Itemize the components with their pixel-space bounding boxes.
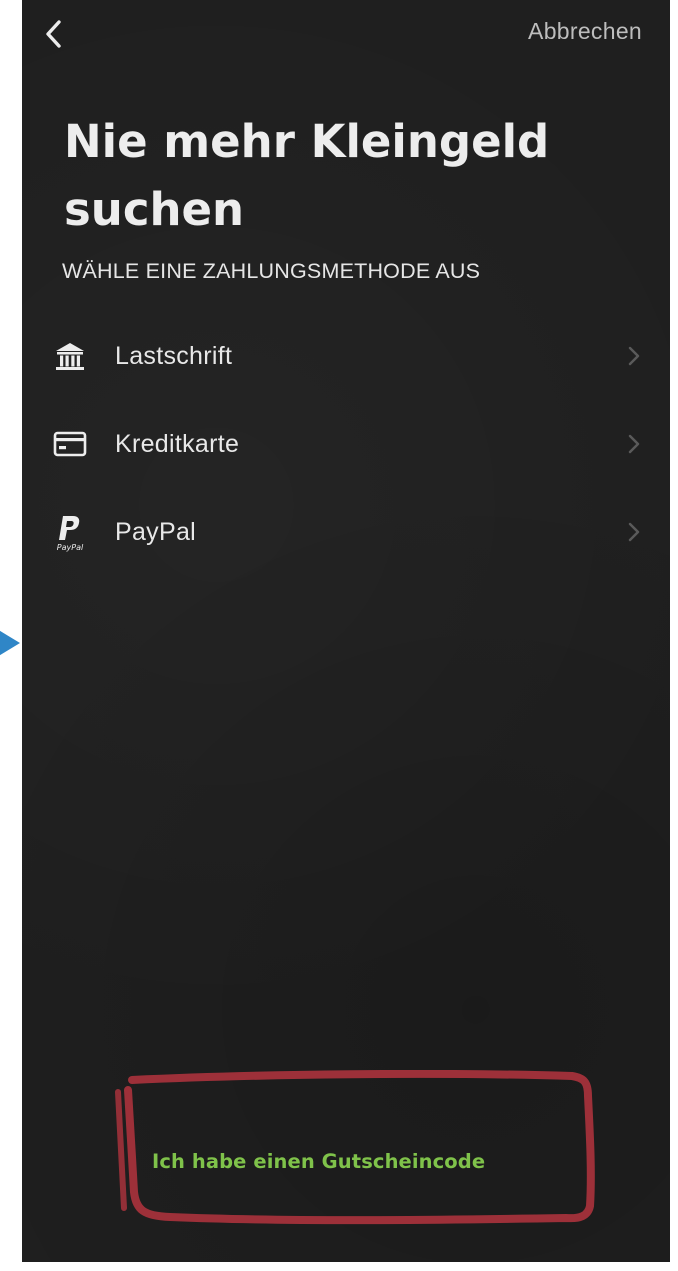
section-subtitle: WÄHLE EINE ZAHLUNGSMETHODE AUS [62, 259, 481, 283]
page-title: Nie mehr Kleingeld suchen [64, 115, 550, 236]
chevron-left-icon [46, 20, 61, 48]
paypal-icon: PayPal [50, 512, 90, 552]
payment-method-lastschrift[interactable]: Lastschrift [22, 312, 670, 400]
bank-icon [50, 336, 90, 376]
payment-method-label: PayPal [115, 517, 197, 546]
payment-method-kreditkarte[interactable]: Kreditkarte [22, 400, 670, 488]
payment-method-label: Kreditkarte [115, 429, 240, 458]
chevron-right-icon [628, 346, 640, 366]
phone-screen: Abbrechen Nie mehr Kleingeld suchen WÄHL… [22, 0, 670, 1262]
payment-method-list: Lastschrift Kreditkarte PayPal PayPal [22, 312, 670, 576]
scanned-page: Abbrechen Nie mehr Kleingeld suchen WÄHL… [0, 0, 678, 1271]
credit-card-icon [50, 424, 90, 464]
chevron-right-icon [628, 434, 640, 454]
voucher-code-button[interactable]: Ich habe einen Gutscheincode [152, 1150, 485, 1173]
blue-arrow-marker [0, 608, 22, 678]
chevron-right-icon [628, 522, 640, 542]
paypal-icon-wordmark: PayPal [57, 543, 84, 552]
payment-method-label: Lastschrift [115, 341, 233, 370]
back-button[interactable] [36, 14, 72, 54]
cancel-button[interactable]: Abbrechen [528, 18, 642, 45]
payment-method-paypal[interactable]: PayPal PayPal [22, 488, 670, 576]
